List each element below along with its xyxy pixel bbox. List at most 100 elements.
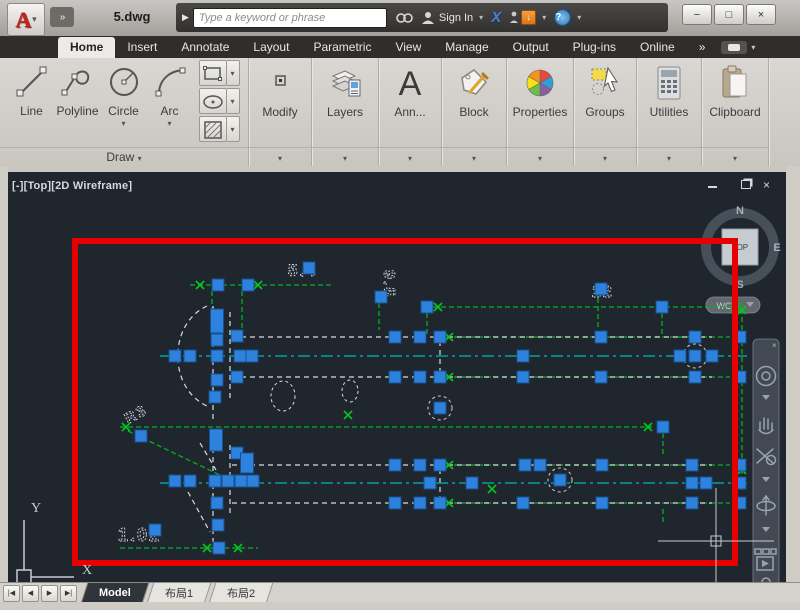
panel-flyout[interactable]: ▾ [507, 147, 573, 164]
ellipse-tool-button[interactable] [199, 88, 227, 114]
grip[interactable] [389, 371, 401, 383]
navbar-close-icon[interactable]: × [772, 341, 777, 350]
grip[interactable] [554, 474, 566, 486]
grip[interactable] [210, 429, 223, 451]
grip[interactable] [686, 477, 698, 489]
grip[interactable] [689, 350, 701, 362]
grip[interactable] [209, 475, 221, 487]
tab-parametric[interactable]: Parametric [301, 37, 383, 58]
grip[interactable] [706, 350, 718, 362]
draw-tool-line[interactable]: Line [9, 62, 55, 118]
help-icon[interactable]: ? [554, 9, 571, 26]
grip[interactable] [389, 497, 401, 509]
grip[interactable] [596, 497, 608, 509]
grip[interactable] [211, 350, 223, 362]
grip[interactable] [247, 475, 259, 487]
grip[interactable] [596, 459, 608, 471]
panel-utilities[interactable]: Utilities▾ [637, 58, 702, 166]
grip[interactable] [434, 331, 446, 343]
tab-view[interactable]: View [383, 37, 433, 58]
panel-flyout[interactable]: ▾ [637, 147, 701, 164]
grip[interactable] [303, 262, 315, 274]
grip[interactable] [414, 497, 426, 509]
grip[interactable] [595, 331, 607, 343]
chevron-down-icon[interactable]: ▾ [227, 116, 240, 142]
ribbon-state-toggle-button[interactable] [721, 41, 747, 54]
search-expand-icon[interactable]: ▶ [182, 12, 189, 23]
layout-nav-button-3[interactable]: ▶| [60, 585, 77, 602]
panel-flyout[interactable]: ▾ [702, 147, 768, 164]
grip[interactable] [211, 497, 223, 509]
grip[interactable] [184, 350, 196, 362]
layout-nav-button-0[interactable]: |◀ [3, 585, 20, 602]
panel-block[interactable]: Block▾ [442, 58, 507, 166]
grip[interactable] [421, 301, 433, 313]
grip[interactable] [234, 350, 246, 362]
grip[interactable] [424, 477, 436, 489]
grip[interactable] [686, 497, 698, 509]
grip[interactable] [212, 519, 224, 531]
grip[interactable] [375, 291, 387, 303]
selection-rectangle[interactable] [75, 241, 735, 563]
grip[interactable] [656, 301, 668, 313]
panel-flyout[interactable]: ▾ [574, 147, 636, 164]
grip[interactable] [212, 279, 224, 291]
drawing-canvas[interactable]: NESTOPWCS×5.49.522R31.02YX [-][Top][2D W… [8, 172, 786, 582]
tab-insert[interactable]: Insert [115, 37, 169, 58]
draw-panel-footer[interactable]: Draw ▾ [0, 147, 248, 164]
panel-clipboard[interactable]: Clipboard▾ [702, 58, 769, 166]
sign-in-caret-icon[interactable]: ▾ [479, 13, 483, 22]
minimize-button[interactable]: − [682, 4, 712, 25]
chevron-down-icon[interactable]: ▾ [121, 119, 125, 128]
panel-modify[interactable]: Modify▾ [249, 58, 312, 166]
tab-plug-ins[interactable]: Plug-ins [561, 37, 628, 58]
tab-布局1[interactable]: 布局1 [147, 583, 212, 603]
exchange-apps-icon[interactable]: X [491, 9, 501, 26]
doc-close-button[interactable]: × [763, 178, 770, 192]
grip[interactable] [414, 459, 426, 471]
grip[interactable] [135, 430, 147, 442]
tab-item[interactable]: » [687, 37, 718, 58]
grip[interactable] [211, 334, 223, 346]
chevron-down-icon[interactable]: ▾ [227, 60, 240, 86]
grip[interactable] [213, 542, 225, 554]
hatch-tool-button[interactable] [199, 116, 227, 142]
grip[interactable] [414, 331, 426, 343]
grip[interactable] [389, 331, 401, 343]
grip[interactable] [241, 453, 254, 473]
grip[interactable] [434, 402, 446, 414]
grip[interactable] [231, 330, 243, 342]
grip[interactable] [689, 371, 701, 383]
tab-output[interactable]: Output [501, 37, 561, 58]
grip[interactable] [169, 350, 181, 362]
grip[interactable] [235, 475, 247, 487]
grip[interactable] [595, 371, 607, 383]
grip[interactable] [517, 497, 529, 509]
viewcube-north-label[interactable]: N [736, 205, 744, 217]
panel-flyout[interactable]: ▾ [249, 147, 311, 164]
grip[interactable] [517, 350, 529, 362]
quick-access-expand-button[interactable]: » [50, 7, 74, 27]
grip[interactable] [674, 350, 686, 362]
autocad-logo-button[interactable]: A ▾ [7, 3, 45, 36]
grip[interactable] [222, 475, 234, 487]
search-icon[interactable] [395, 11, 413, 25]
viewcube-east-label[interactable]: E [773, 242, 780, 254]
draw-tool-polyline[interactable]: Polyline [55, 62, 101, 118]
panel-flyout[interactable]: ▾ [442, 147, 506, 164]
grip[interactable] [434, 497, 446, 509]
dimension-text[interactable]: R3 [122, 402, 150, 428]
doc-restore-button[interactable] [729, 178, 751, 192]
grip[interactable] [246, 350, 258, 362]
help-caret-icon[interactable]: ▾ [577, 13, 581, 22]
tab-布局2[interactable]: 布局2 [209, 583, 274, 603]
draw-tool-circle[interactable]: Circle▾ [101, 62, 147, 128]
tab-home[interactable]: Home [58, 37, 115, 58]
grip[interactable] [242, 279, 254, 291]
grip[interactable] [657, 421, 669, 433]
grip[interactable] [389, 459, 401, 471]
grip[interactable] [519, 459, 531, 471]
tab-annotate[interactable]: Annotate [169, 37, 241, 58]
layout-nav-button-2[interactable]: ▶ [41, 585, 58, 602]
grip[interactable] [211, 374, 223, 386]
